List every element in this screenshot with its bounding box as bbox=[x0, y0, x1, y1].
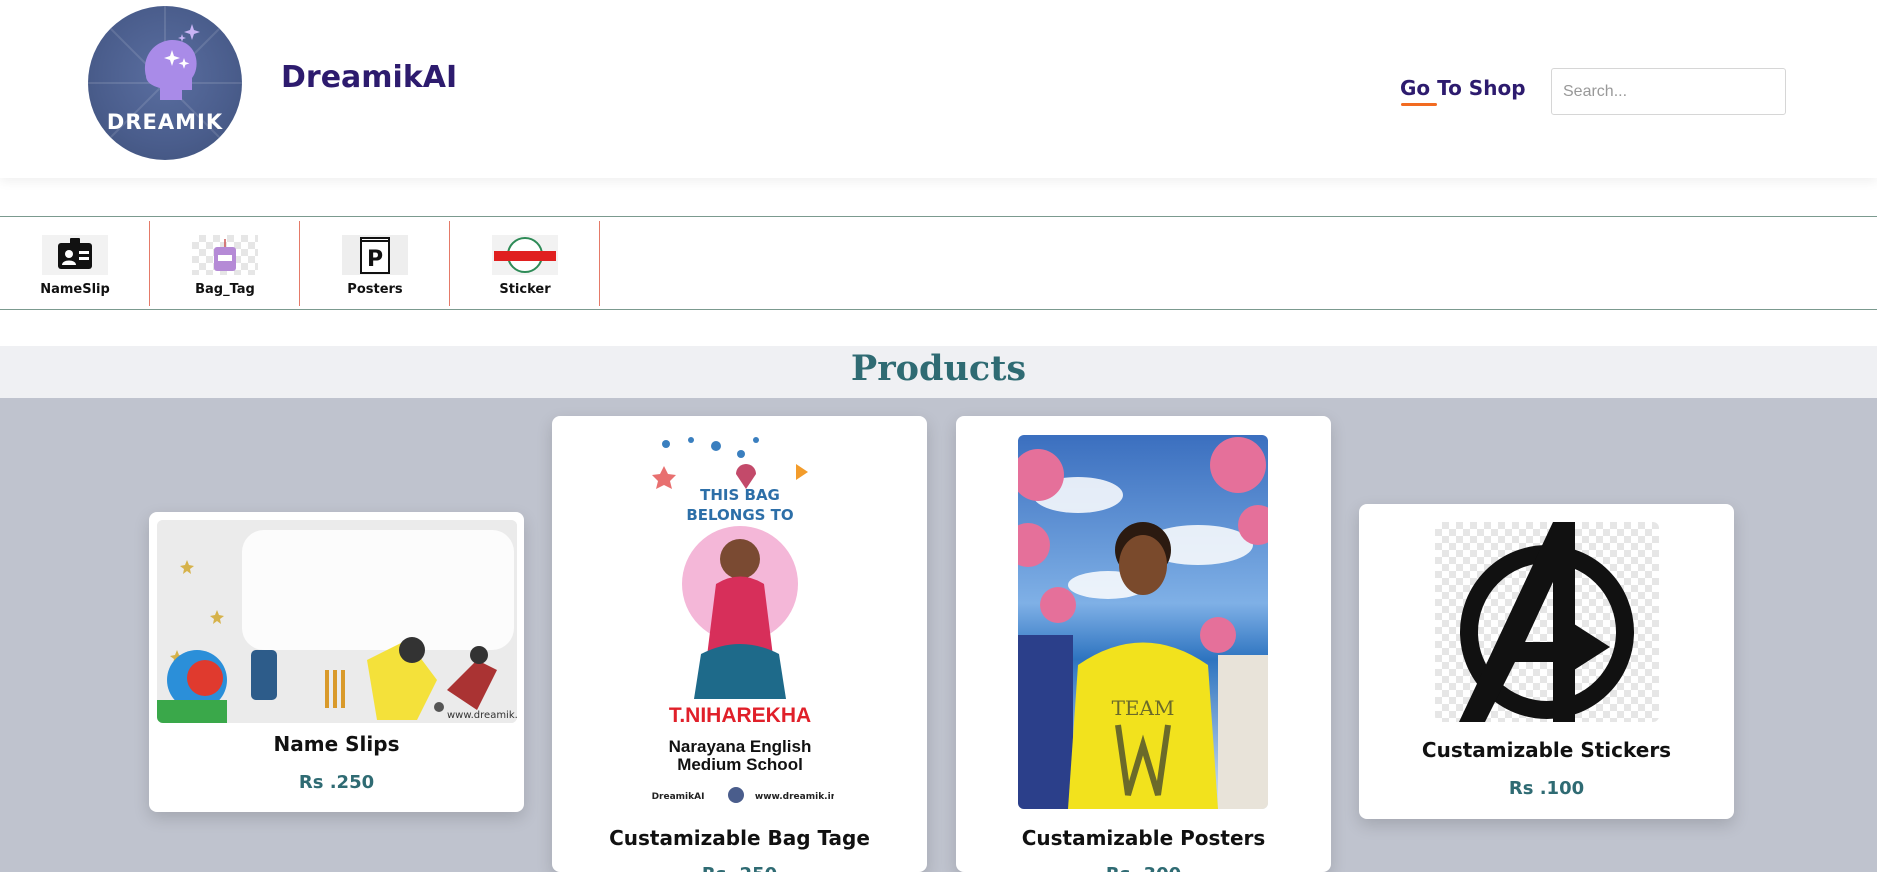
bag-tag-line2: BELONGS TO bbox=[686, 506, 793, 524]
category-label: Sticker bbox=[499, 282, 551, 297]
bag-tag-line1: THIS BAG bbox=[700, 486, 780, 504]
category-label: Posters bbox=[347, 282, 403, 297]
product-price: Rs .100 bbox=[1508, 778, 1585, 799]
category-bag-tag[interactable]: Bag_Tag bbox=[150, 221, 300, 306]
product-card-name-slips[interactable]: www.dreamik.in Name Slips Rs .250 bbox=[149, 512, 524, 812]
svg-text:P: P bbox=[367, 247, 383, 272]
sticker-image[interactable] bbox=[1435, 522, 1659, 722]
bag-tag-site: www.dreamik.in bbox=[755, 792, 834, 802]
avengers-logo-icon bbox=[1459, 522, 1634, 722]
site-header: DREAMIK DreamikAI Go To Shop bbox=[0, 0, 1877, 178]
id-card-icon bbox=[42, 235, 108, 275]
product-name[interactable]: Custamizable Stickers bbox=[1359, 738, 1734, 762]
brain-sparkle-icon bbox=[88, 6, 242, 141]
bag-tag-school1: Narayana English bbox=[669, 737, 812, 756]
product-name[interactable]: Custamizable Posters bbox=[956, 826, 1331, 850]
dreamik-logo[interactable]: DREAMIK bbox=[88, 6, 242, 160]
name-slip-image[interactable]: www.dreamik.in bbox=[157, 520, 517, 723]
product-price: Rs .250 bbox=[552, 864, 927, 872]
product-card-bag-tag[interactable]: THIS BAG BELONGS TO T.NIHAREKHA Narayana… bbox=[552, 416, 927, 872]
logo-text: DREAMIK bbox=[106, 110, 224, 134]
product-price: Rs .300 bbox=[956, 864, 1331, 872]
bag-tag-school2: Medium School bbox=[677, 755, 803, 774]
name-slip-site-text: www.dreamik.in bbox=[447, 710, 517, 721]
sticker-icon bbox=[492, 235, 558, 275]
bag-tag-student: T.NIHAREKHA bbox=[669, 704, 811, 727]
bag-tag-image[interactable]: THIS BAG BELONGS TO T.NIHAREKHA Narayana… bbox=[646, 434, 834, 807]
category-label: Bag_Tag bbox=[195, 282, 255, 297]
category-label: NameSlip bbox=[40, 282, 110, 297]
category-nameslip[interactable]: NameSlip bbox=[0, 221, 150, 306]
products-title: Products bbox=[850, 348, 1027, 389]
bag-tag-brand: DreamikAI bbox=[652, 792, 705, 802]
poster-image[interactable]: TEAM bbox=[1018, 435, 1268, 809]
product-card-posters[interactable]: TEAM Custamizable Posters Rs .300 bbox=[956, 416, 1331, 872]
category-bar: NameSlip Bag_Tag P Posters Sticker bbox=[0, 216, 1877, 310]
go-to-shop-link[interactable]: Go To Shop bbox=[1400, 76, 1526, 100]
brand-name[interactable]: DreamikAI bbox=[281, 60, 457, 95]
poster-icon: P bbox=[342, 235, 408, 275]
bag-tag-icon bbox=[192, 235, 258, 275]
category-posters[interactable]: P Posters bbox=[300, 221, 450, 306]
category-sticker[interactable]: Sticker bbox=[450, 221, 600, 306]
search-input[interactable] bbox=[1551, 68, 1786, 115]
product-name[interactable]: Custamizable Bag Tage bbox=[552, 826, 927, 850]
product-name[interactable]: Name Slips bbox=[149, 732, 524, 756]
poster-shirt-text: TEAM bbox=[1112, 696, 1175, 720]
shop-link-underline bbox=[1401, 103, 1437, 106]
product-price: Rs .250 bbox=[298, 772, 375, 793]
product-card-stickers[interactable]: Custamizable Stickers Rs .100 bbox=[1359, 504, 1734, 819]
